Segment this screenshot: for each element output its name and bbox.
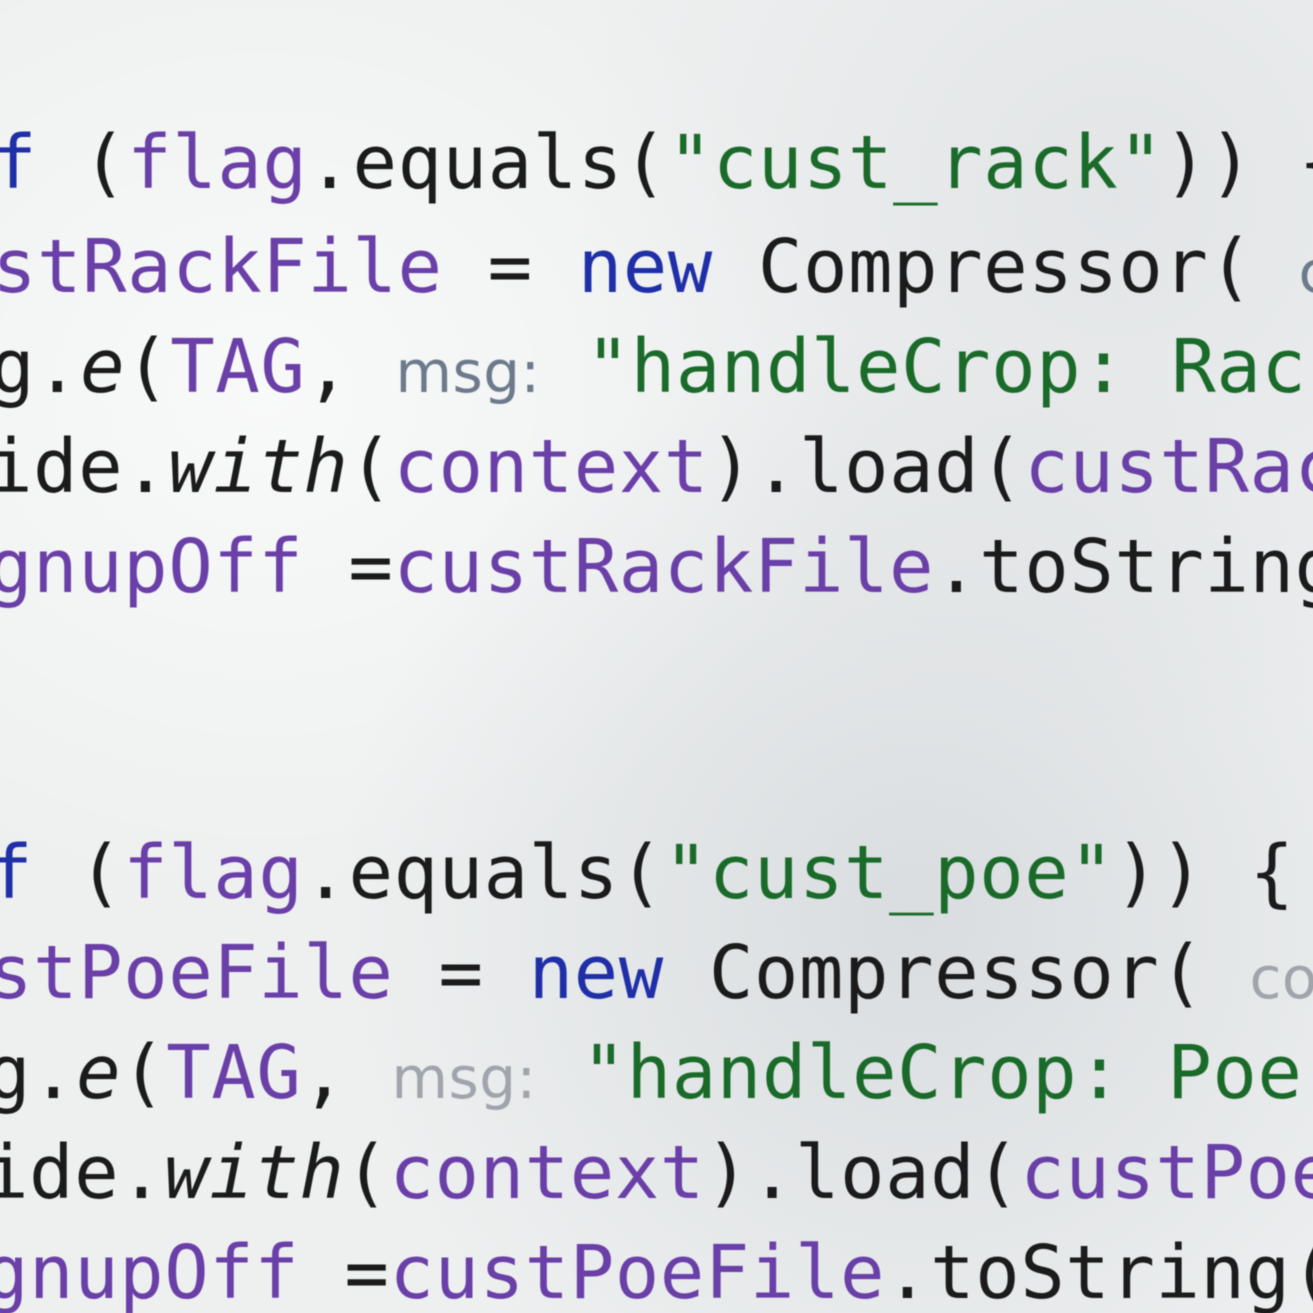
code-token: TAG [170,324,306,410]
code-token: ( [78,830,124,916]
code-token: custPoeFile [1020,1130,1313,1216]
code-line-if-cust-poe[interactable]: f (flag.equals("cust_poe")) { [0,828,1295,918]
code-token: with [168,424,349,510]
code-token: "cust_poe" [663,830,1115,916]
code-token: f [0,120,83,206]
code-token: "handleCrop: Poe File" + [581,1030,1303,1116]
code-token: msg: [391,1044,537,1112]
code-token: context [393,424,709,510]
code-line-log-poe[interactable]: g.e(TAG, msg: "handleCrop: Poe File" + [0,1028,1313,1118]
code-token: with [164,1130,345,1216]
code-token: ( [121,1030,167,1116]
code-token: Compressor( [663,930,1250,1016]
code-token: flag [127,120,308,206]
code-token: custRackFile [393,524,935,610]
code-token: g. [0,324,81,410]
code-token: flag [123,830,304,916]
code-token: ide. [0,1130,165,1216]
code-token: .toString(); [885,1230,1313,1313]
code-line-glide-poe[interactable]: ide.with(context).load(custPoeFile).i [0,1128,1313,1218]
code-token: custRackFile [1024,424,1313,510]
code-token: new [528,930,664,1016]
code-line-if-cust-rack[interactable]: f (flag.equals("cust_rack")) { [0,118,1313,208]
code-token: stRackFile [0,224,443,310]
code-editor[interactable]: f (flag.equals("cust_rack")) { stRackFil… [0,0,1313,1313]
code-token: ).load( [708,424,1025,510]
code-token: .equals( [303,830,664,916]
code-line-signup-poe[interactable]: gnupOff =custPoeFile.toString(); [0,1228,1313,1313]
code-token: e [76,1030,122,1116]
code-token: ).load( [704,1130,1021,1216]
code-token: g. [0,1030,77,1116]
code-token: stPoeFile [0,930,394,1016]
code-token: gnupOff [0,1230,300,1313]
code-token: Compressor( [712,224,1299,310]
code-token: new [577,224,713,310]
code-line-log-rack[interactable]: g.e(TAG, msg: "handleCrop: Rack File" [0,322,1313,412]
code-line-cust-rack-file-assign[interactable]: stRackFile = new Compressor( context: t [0,222,1313,312]
code-line-glide-rack[interactable]: ide.with(context).load(custRackFile). [0,422,1313,512]
code-token: , [301,1030,392,1116]
code-token: ( [344,1130,390,1216]
code-token: .equals( [307,120,668,206]
code-token: TAG [166,1030,302,1116]
code-token: ide. [0,424,169,510]
code-token: = [393,930,529,1016]
code-token: "cust_rack" [667,120,1164,206]
code-token: = [303,524,394,610]
code-token: ( [125,324,171,410]
code-line-cust-poe-file-assign[interactable]: stPoeFile = new Compressor( context: th [0,928,1313,1018]
code-token: custPoeFile [389,1230,886,1313]
code-token: context [389,1130,705,1216]
code-token: f [0,830,34,916]
code-token: ( [82,120,128,206]
code-token: , [305,324,396,410]
code-token: ( [348,424,394,510]
code-token: .toString(); [934,524,1313,610]
code-token: e [80,324,126,410]
code-token: msg: [395,338,541,406]
code-token: )) { [1163,120,1313,206]
code-token: )) { [1114,830,1295,916]
code-line-signup-rack[interactable]: gnupOff =custRackFile.toString(); [0,522,1313,612]
code-token: context: [1249,944,1313,1012]
code-token: context: [1299,238,1313,306]
code-token: = [299,1230,390,1313]
code-token: gnupOff [0,524,304,610]
code-token: "handleCrop: Rack File" [585,324,1313,410]
code-token: = [442,224,578,310]
